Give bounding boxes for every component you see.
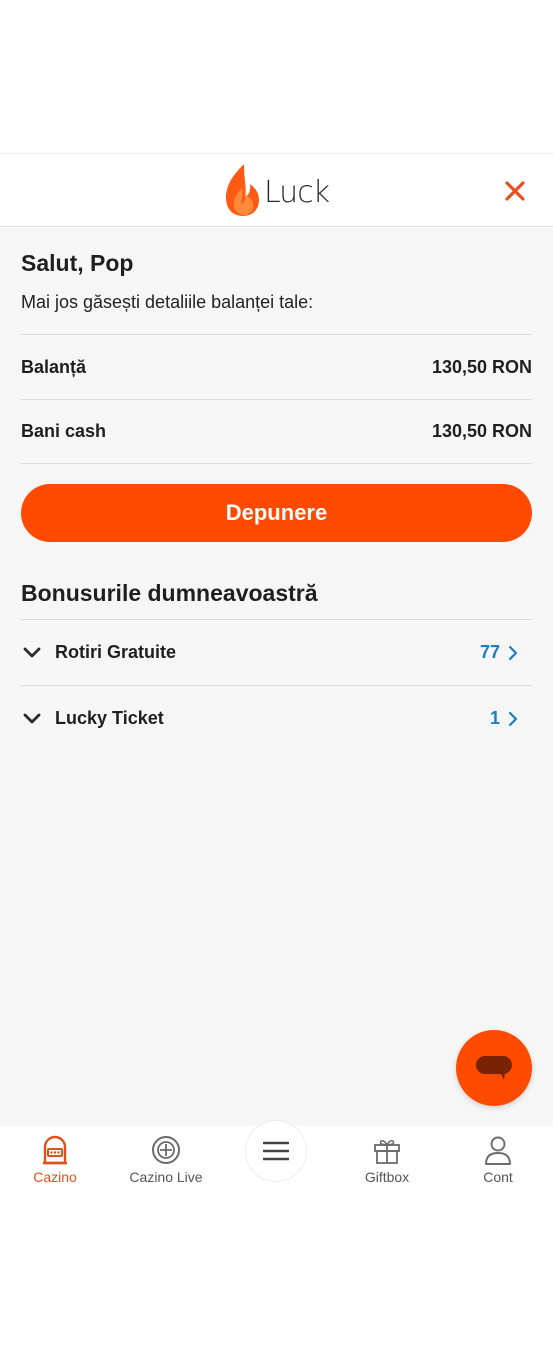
bottom-blank-area <box>0 1196 553 1349</box>
luck-logo[interactable]: Luck <box>222 160 342 220</box>
cash-value: 130,50 RON <box>431 421 532 441</box>
nav-item-cazino-live[interactable]: Cazino Live <box>116 1134 216 1190</box>
bonus-label: Rotiri Gratuite <box>55 642 177 662</box>
bonus-count: 77 <box>479 642 500 662</box>
balance-label: Balanță <box>21 356 87 377</box>
balance-row: Balanță 130,50 RON <box>21 334 532 399</box>
deposit-button[interactable]: Depunere <box>21 484 532 542</box>
nav-label-cont: Cont <box>483 1169 513 1185</box>
bonus-label: Lucky Ticket <box>55 708 164 728</box>
balance-value: 130,50 RON <box>431 356 532 377</box>
header: Luck <box>0 154 553 227</box>
greeting-title: Salut, Pop <box>21 250 134 276</box>
chevron-down-icon <box>23 647 49 659</box>
balance-subtitle: Mai jos găsești detaliile balanței tale: <box>21 292 314 312</box>
menu-icon <box>263 1141 289 1161</box>
top-blank-area <box>0 0 553 154</box>
nav-label-giftbox: Giftbox <box>364 1169 410 1185</box>
nav-item-cazino[interactable]: Cazino <box>5 1134 105 1190</box>
nav-item-cont[interactable]: Cont <box>448 1134 548 1190</box>
chevron-right-icon <box>508 711 522 727</box>
nav-label-cazino-live: Cazino Live <box>129 1169 203 1185</box>
chevron-right-icon <box>508 645 522 661</box>
cash-row: Bani cash 130,50 RON <box>21 399 532 464</box>
close-icon <box>505 181 525 201</box>
chat-bubble-icon <box>476 1056 512 1080</box>
user-icon <box>484 1134 512 1166</box>
nav-item-giftbox[interactable]: Giftbox <box>337 1134 437 1190</box>
chat-button[interactable] <box>456 1030 532 1106</box>
slot-machine-icon <box>41 1134 69 1166</box>
brand-name: Luck <box>264 174 330 210</box>
bonus-count: 1 <box>489 708 500 728</box>
balance-panel: Salut, Pop Mai jos găsești detaliile bal… <box>0 228 553 1126</box>
chevron-down-icon <box>23 713 49 725</box>
close-button[interactable] <box>500 176 530 206</box>
bonuses-title: Bonusurile dumneavoastră <box>21 580 318 606</box>
bonus-row-free-spins[interactable]: Rotiri Gratuite 77 <box>21 619 532 685</box>
bonus-row-lucky-ticket[interactable]: Lucky Ticket 1 <box>21 685 532 751</box>
nav-label-cazino: Cazino <box>33 1169 77 1185</box>
cash-label: Bani cash <box>21 421 107 441</box>
gift-icon <box>372 1134 402 1166</box>
flame-icon <box>226 164 259 216</box>
menu-button[interactable] <box>245 1120 307 1182</box>
bottom-navigation: Cazino Cazino Live Giftbox Cont <box>0 1120 553 1196</box>
roulette-icon <box>151 1134 181 1166</box>
